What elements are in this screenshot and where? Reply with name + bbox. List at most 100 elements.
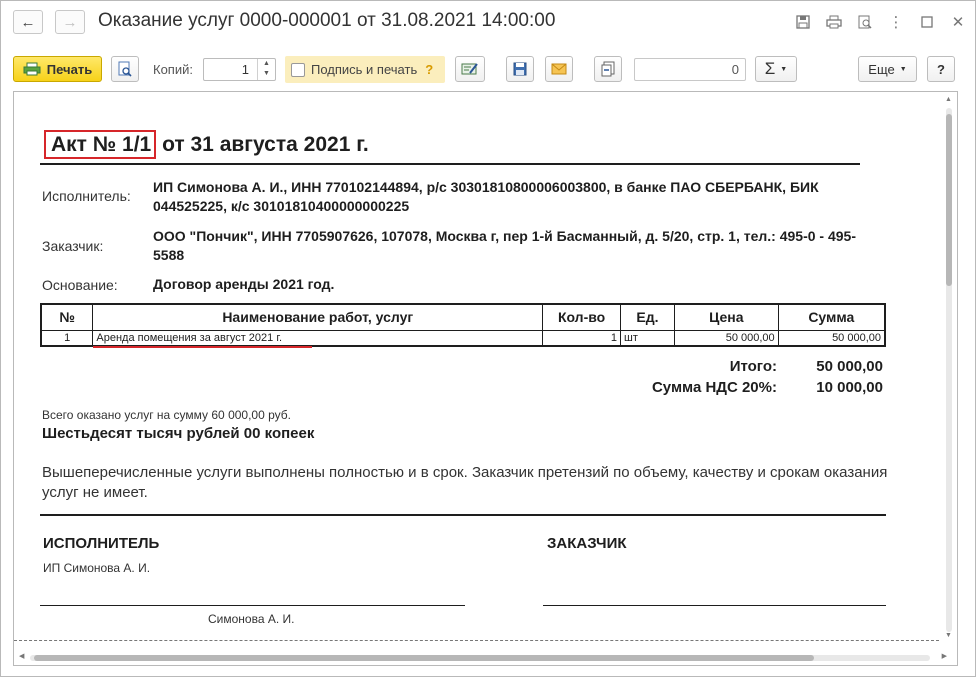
back-button[interactable]: ← bbox=[13, 10, 43, 34]
column-header: Цена bbox=[673, 303, 779, 331]
row-sum: 50 000,00 bbox=[777, 329, 886, 347]
total-label: Итого: bbox=[729, 358, 777, 375]
print-button-label: Печать bbox=[46, 61, 93, 77]
basis-label: Основание: bbox=[42, 277, 118, 293]
window-title: Оказание услуг 0000-000001 от 31.08.2021… bbox=[98, 10, 556, 31]
customer-label: Заказчик: bbox=[42, 238, 104, 254]
help-button[interactable]: ? bbox=[927, 56, 955, 82]
scroll-thumb[interactable] bbox=[34, 655, 814, 661]
sign-label: Подпись и печать bbox=[311, 62, 418, 77]
sign-and-stamp-toggle[interactable]: Подпись и печать ? bbox=[285, 56, 445, 83]
sigma-icon: Σ bbox=[764, 59, 776, 78]
executor-org: ИП Симонова А. И. bbox=[43, 561, 151, 575]
services-table: № Наименование работ, услуг Кол-во Ед. Ц… bbox=[40, 303, 886, 348]
sum-dropdown-button[interactable]: Σ ▼ bbox=[755, 56, 797, 82]
vat-value: 10 000,00 bbox=[816, 379, 883, 396]
executor-signer: Симонова А. И. bbox=[208, 612, 295, 626]
executor-value: ИП Симонова А. И., ИНН 770102144894, р/с… bbox=[153, 179, 819, 214]
total-row: Итого: 50 000,00 bbox=[730, 358, 883, 375]
page-magnifier-icon bbox=[118, 61, 132, 77]
document-viewer[interactable]: Акт № 1/1 от 31 августа 2021 г. Исполнит… bbox=[13, 91, 958, 666]
total-in-words: Шестьдесят тысяч рублей 00 копеек bbox=[42, 425, 315, 442]
column-header: № bbox=[40, 303, 94, 331]
close-icon[interactable]: ✕ bbox=[949, 13, 967, 31]
service-name: Аренда помещения за август 2021 г. bbox=[96, 331, 283, 344]
send-email-button[interactable] bbox=[545, 56, 573, 82]
executor-heading: ИСПОЛНИТЕЛЬ bbox=[43, 535, 160, 552]
red-underline-highlight bbox=[93, 346, 313, 348]
toolbar: Печать Копий: 1 ▲ ▼ Подпись и печать ? 0… bbox=[1, 55, 975, 85]
page-break-line bbox=[14, 640, 939, 641]
vertical-scrollbar[interactable]: ▲ ▼ bbox=[940, 92, 957, 650]
row-quantity: 1 bbox=[542, 329, 621, 347]
more-button-label: Еще bbox=[868, 61, 895, 77]
column-header: Наименование работ, услуг bbox=[92, 303, 544, 331]
scroll-left-icon[interactable]: ◀ bbox=[19, 652, 24, 660]
basis-value: Договор аренды 2021 год. bbox=[153, 276, 335, 292]
printer-icon[interactable] bbox=[825, 13, 843, 31]
arrow-right-icon: → bbox=[62, 13, 78, 31]
maximize-icon[interactable] bbox=[918, 13, 936, 31]
print-form-window: ← → Оказание услуг 0000-000001 от 31.08.… bbox=[0, 0, 976, 677]
stepper-down-icon[interactable]: ▼ bbox=[258, 69, 275, 79]
table-header-row: № Наименование работ, услуг Кол-во Ед. Ц… bbox=[40, 303, 886, 331]
executor-label: Исполнитель: bbox=[42, 188, 131, 204]
copies-label: Копий: bbox=[153, 62, 193, 77]
customer-signature-line bbox=[543, 605, 886, 606]
stepper-arrows: ▲ ▼ bbox=[257, 59, 275, 80]
horizontal-scrollbar[interactable]: ◀ ▶ bbox=[14, 650, 957, 665]
scroll-up-icon[interactable]: ▲ bbox=[945, 96, 952, 103]
vat-row: Сумма НДС 20%: 10 000,00 bbox=[652, 379, 883, 396]
save-button[interactable] bbox=[506, 56, 534, 82]
customer-heading: ЗАКАЗЧИК bbox=[547, 535, 627, 552]
copy-document-icon bbox=[601, 61, 615, 77]
envelope-icon bbox=[551, 63, 567, 75]
row-price: 50 000,00 bbox=[673, 329, 779, 347]
print-button[interactable]: Печать bbox=[13, 56, 102, 82]
service-name-cell: Аренда помещения за август 2021 г. bbox=[92, 329, 544, 348]
column-header: Ед. bbox=[620, 303, 675, 331]
arrow-left-icon: ← bbox=[20, 13, 36, 31]
sign-checkbox[interactable] bbox=[291, 62, 305, 77]
vat-label: Сумма НДС 20%: bbox=[651, 379, 777, 396]
save-icon[interactable] bbox=[794, 13, 812, 31]
scroll-down-icon[interactable]: ▼ bbox=[945, 632, 952, 639]
sign-help-icon[interactable]: ? bbox=[425, 62, 433, 77]
sum-field-value: 0 bbox=[731, 62, 739, 77]
column-header: Сумма bbox=[777, 303, 886, 331]
sum-field[interactable]: 0 bbox=[634, 58, 746, 81]
customer-value: ООО "Пончик", ИНН 7705907626, 107078, Мо… bbox=[153, 228, 856, 263]
copies-value: 1 bbox=[241, 62, 249, 77]
table-row: 1 Аренда помещения за август 2021 г. 1 ш… bbox=[40, 329, 886, 348]
forward-button[interactable]: → bbox=[55, 10, 85, 34]
act-number: Акт № 1/1 bbox=[44, 130, 157, 159]
scroll-right-icon[interactable]: ▶ bbox=[942, 652, 947, 660]
printer-icon bbox=[23, 62, 41, 76]
act-document: Акт № 1/1 от 31 августа 2021 г. Исполнит… bbox=[14, 92, 939, 648]
floppy-icon bbox=[513, 62, 527, 76]
edit-icon bbox=[461, 63, 478, 75]
help-icon: ? bbox=[937, 61, 945, 77]
copy-to-button[interactable] bbox=[594, 56, 622, 82]
executor-signature-line bbox=[40, 605, 465, 606]
act-date: от 31 августа 2021 г. bbox=[162, 133, 369, 156]
copies-stepper[interactable]: 1 ▲ ▼ bbox=[203, 58, 276, 81]
column-header: Кол-во bbox=[542, 303, 621, 331]
preview-icon[interactable] bbox=[856, 13, 874, 31]
more-button[interactable]: Еще ▼ bbox=[858, 56, 917, 82]
heading-divider bbox=[40, 163, 860, 165]
preview-button[interactable] bbox=[111, 56, 139, 82]
total-services-text: Всего оказано услуг на сумму 60 000,00 р… bbox=[42, 408, 291, 422]
row-unit: шт bbox=[620, 329, 675, 347]
stepper-up-icon[interactable]: ▲ bbox=[258, 59, 275, 69]
total-value: 50 000,00 bbox=[816, 358, 883, 375]
chevron-down-icon: ▼ bbox=[899, 65, 907, 73]
menu-dots-icon[interactable]: ⋮ bbox=[887, 13, 905, 31]
statement-text: Вышеперечисленные услуги выполнены полно… bbox=[42, 464, 888, 501]
window-controls: ⋮ ✕ bbox=[794, 13, 967, 31]
scroll-thumb[interactable] bbox=[946, 114, 952, 286]
row-number: 1 bbox=[40, 329, 94, 347]
signature-divider bbox=[40, 514, 886, 516]
act-heading: Акт № 1/1 от 31 августа 2021 г. bbox=[44, 130, 369, 159]
edit-document-button[interactable] bbox=[455, 56, 485, 82]
